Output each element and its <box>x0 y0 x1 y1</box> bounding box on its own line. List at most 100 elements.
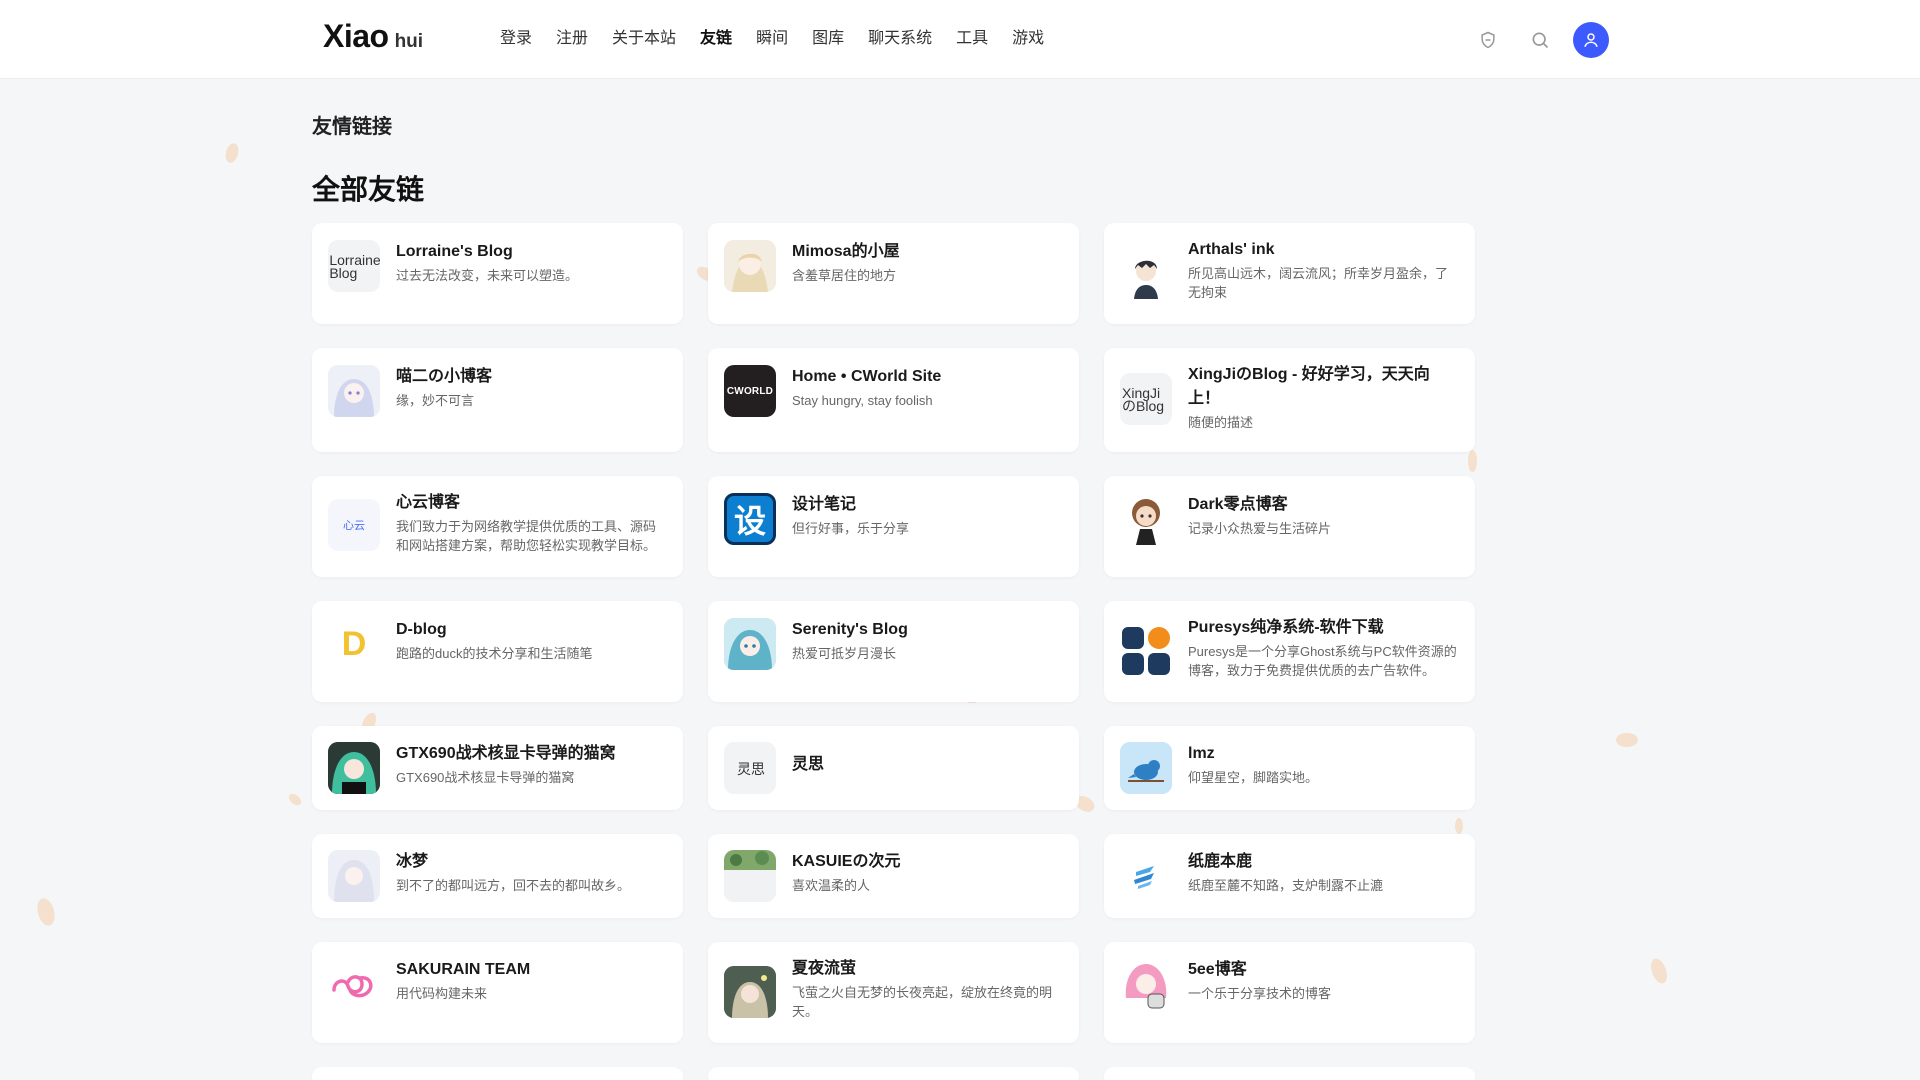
friend-link-card[interactable]: GTX690战术核显卡导弹的猫窝 GTX690战术核显卡导弹的猫窝 <box>312 726 683 810</box>
site-name: 冰梦 <box>396 853 429 870</box>
friend-link-card[interactable]: Arthals' ink 所见高山远木，阔云流风；所幸岁月盈余，了无拘束 <box>1104 223 1475 324</box>
site-avatar <box>724 966 776 1018</box>
search-icon <box>1532 32 1549 49</box>
site-description: 但行好事，乐于分享 <box>792 521 910 536</box>
site-description: 缘，妙不可言 <box>396 393 475 408</box>
friend-link-card[interactable]: Serenity's Blog 热爱可抵岁月漫长 <box>708 601 1079 702</box>
petal-decoration <box>1455 818 1463 834</box>
friend-link-card[interactable]: D D-blog 跑路的duck的技术分享和生活随笔 <box>312 601 683 702</box>
site-name: 心云博客 <box>396 494 461 511</box>
friend-link-card[interactable]: Puresys纯净系统-软件下载 Puresys是一个分享Ghost系统与PC软… <box>1104 601 1475 702</box>
site-description: 所见高山远木，阔云流风；所幸岁月盈余，了无拘束 <box>1188 266 1449 300</box>
user-menu-button[interactable] <box>1573 22 1609 58</box>
friend-link-card[interactable] <box>1104 1067 1475 1080</box>
nav-chat-system[interactable]: 聊天系统 <box>856 26 944 52</box>
site-logo[interactable]: Xiao hui <box>323 18 423 58</box>
nav-tools[interactable]: 工具 <box>944 26 1000 52</box>
site-description: 喜欢温柔的人 <box>792 878 871 893</box>
site-description: 过去无法改变，未来可以塑造。 <box>396 268 579 283</box>
friend-link-card[interactable]: Mimosa的小屋 含羞草居住的地方 <box>708 223 1079 324</box>
site-name: KASUIEの次元 <box>792 853 901 870</box>
nav-login[interactable]: 登录 <box>488 26 544 52</box>
nav-friend-links[interactable]: 友链 <box>688 26 744 52</box>
shield-icon <box>1481 31 1495 49</box>
puresys-logo-icon <box>1122 627 1170 675</box>
site-avatar <box>1120 742 1172 794</box>
nav-register[interactable]: 注册 <box>544 26 600 52</box>
friend-link-card[interactable]: 5ee博客 一个乐于分享技术的博客 <box>1104 942 1475 1043</box>
friend-link-card[interactable]: 心云 心云博客 我们致力于为网络教学提供优质的工具、源码和网站搭建方案，帮助您轻… <box>312 476 683 577</box>
site-description: 到不了的都叫远方，回不去的都叫故乡。 <box>396 878 631 893</box>
friend-link-card[interactable]: XingJi のBlog XingJiのBlog - 好好学习，天天向上！ 随便… <box>1104 348 1475 452</box>
site-name: XingJiのBlog - 好好学习，天天向上！ <box>1188 366 1430 407</box>
friend-link-card[interactable]: 喵二の小博客 缘，妙不可言 <box>312 348 683 452</box>
site-name: Serenity's Blog <box>792 621 908 638</box>
site-avatar <box>328 365 380 417</box>
page-breadcrumb: 友情链接 <box>312 116 392 138</box>
friend-link-card[interactable] <box>312 1067 683 1080</box>
site-description: 跑路的duck的技术分享和生活随笔 <box>396 646 593 661</box>
friend-link-card[interactable]: Dark零点博客 记录小众热爱与生活碎片 <box>1104 476 1475 577</box>
chibi-character-icon <box>1120 493 1172 545</box>
friend-link-card[interactable]: 冰梦 到不了的都叫远方，回不去的都叫故乡。 <box>312 834 683 918</box>
anime-girl-icon <box>724 966 776 1018</box>
sakurain-logo-icon <box>328 958 380 1010</box>
site-name: Arthals' ink <box>1188 241 1275 258</box>
friend-link-card[interactable]: 灵思 灵思 <box>708 726 1079 810</box>
site-avatar: 心云 <box>328 499 380 551</box>
section-title: 全部友链 <box>312 174 425 205</box>
friend-link-card[interactable] <box>708 1067 1079 1080</box>
site-description: 一个乐于分享技术的博客 <box>1188 986 1332 1001</box>
nav-games[interactable]: 游戏 <box>1000 26 1056 52</box>
site-name: lmz <box>1188 745 1215 762</box>
site-name: 5ee博客 <box>1188 961 1247 978</box>
anime-girl-icon <box>724 240 776 292</box>
site-avatar <box>1120 493 1172 545</box>
anime-girl-icon <box>328 742 380 794</box>
bird-icon <box>1120 742 1172 794</box>
friend-link-card[interactable]: SAKURAIN TEAM 用代码构建未来 <box>312 942 683 1043</box>
friend-link-card[interactable]: CWORLD Home • CWorld Site Stay hungry, s… <box>708 348 1079 452</box>
site-description: 仰望星空，脚踏实地。 <box>1188 770 1319 785</box>
site-avatar: XingJi のBlog <box>1120 373 1172 425</box>
nav-about[interactable]: 关于本站 <box>600 26 688 52</box>
nav-moments[interactable]: 瞬间 <box>744 26 800 52</box>
site-avatar: 灵思 <box>724 742 776 794</box>
search-button[interactable] <box>1522 22 1558 58</box>
site-name: 纸鹿本鹿 <box>1188 853 1253 870</box>
top-navigation-bar: Xiao hui 登录 注册 关于本站 友链 瞬间 图库 聊天系统 工具 游戏 <box>0 0 1920 79</box>
friend-link-card[interactable]: 设 设计笔记 但行好事，乐于分享 <box>708 476 1079 577</box>
site-description: Stay hungry, stay foolish <box>792 393 933 408</box>
site-avatar <box>1120 958 1172 1010</box>
friend-link-card[interactable]: Lorraine Blog Lorraine's Blog 过去无法改变，未来可… <box>312 223 683 324</box>
anime-girl-icon <box>724 618 776 670</box>
friend-link-card[interactable]: 纸鹿本鹿 纸鹿至麓不知路，支炉制露不止漉 <box>1104 834 1475 918</box>
landscape-thumbnail-icon <box>724 850 776 902</box>
main-nav: 登录 注册 关于本站 友链 瞬间 图库 聊天系统 工具 游戏 <box>488 26 1056 52</box>
site-avatar: Lorraine Blog <box>328 240 380 292</box>
friend-link-card[interactable]: lmz 仰望星空，脚踏实地。 <box>1104 726 1475 810</box>
friend-link-card[interactable]: 夏夜流萤 飞萤之火自无梦的长夜亮起，绽放在终竟的明天。 <box>708 942 1079 1043</box>
site-description: 含羞草居住的地方 <box>792 268 897 283</box>
petal-decoration <box>1468 450 1477 472</box>
anime-girl-icon <box>328 850 380 902</box>
site-description: 飞萤之火自无梦的长夜亮起，绽放在终竟的明天。 <box>792 985 1053 1019</box>
site-name: 夏夜流萤 <box>792 960 857 977</box>
user-icon <box>1584 33 1598 47</box>
site-name: D-blog <box>396 621 447 638</box>
site-avatar <box>328 850 380 902</box>
logo-text: Xiao <box>323 18 389 54</box>
nav-gallery[interactable]: 图库 <box>800 26 856 52</box>
site-avatar <box>328 958 380 1010</box>
boy-avatar-icon <box>1120 247 1172 299</box>
petal-decoration <box>1647 956 1671 986</box>
site-name: 设计笔记 <box>792 496 857 513</box>
site-avatar <box>724 618 776 670</box>
site-avatar: CWORLD <box>724 365 776 417</box>
user-avatar <box>1573 22 1609 58</box>
site-avatar <box>724 850 776 902</box>
theme-toggle-button[interactable] <box>1470 22 1506 58</box>
friend-link-card[interactable]: KASUIEの次元 喜欢温柔的人 <box>708 834 1079 918</box>
site-avatar <box>1120 247 1172 299</box>
site-name: 喵二の小博客 <box>396 368 493 385</box>
